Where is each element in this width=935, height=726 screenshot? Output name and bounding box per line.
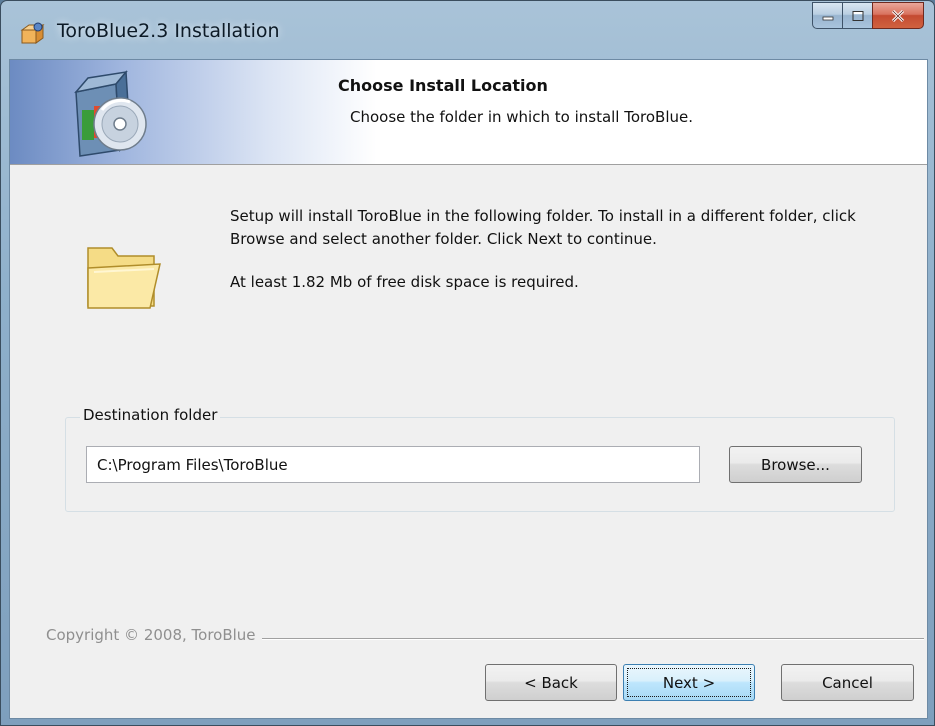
- cancel-button-label: Cancel: [822, 673, 873, 692]
- header-band: Choose Install Location Choose the folde…: [10, 60, 927, 165]
- browse-button[interactable]: Browse...: [729, 446, 862, 483]
- back-button-label: < Back: [524, 673, 578, 692]
- close-icon: [891, 9, 905, 22]
- install-description: Setup will install ToroBlue in the follo…: [230, 207, 856, 248]
- cancel-button[interactable]: Cancel: [781, 664, 914, 701]
- installer-client-area: Choose Install Location Choose the folde…: [9, 59, 928, 719]
- title-bar[interactable]: ToroBlue2.3 Installation: [1, 1, 934, 59]
- caption-buttons: [812, 2, 924, 31]
- close-button[interactable]: [872, 2, 924, 29]
- page-subtitle: Choose the folder in which to install To…: [350, 108, 694, 126]
- open-folder-icon: [87, 247, 161, 309]
- software-box-cd-icon: [74, 70, 147, 157]
- page-title: Choose Install Location: [338, 76, 548, 95]
- minimize-button[interactable]: [812, 2, 842, 29]
- minimize-icon: [822, 16, 833, 20]
- maximize-icon: [852, 10, 863, 21]
- destination-folder-label: Destination folder: [80, 406, 221, 424]
- installer-window: ToroBlue2.3 Installation Choose Install …: [0, 0, 935, 726]
- destination-path-input[interactable]: [86, 446, 700, 483]
- disk-space-required: At least 1.82 Mb of free disk space is r…: [230, 273, 579, 291]
- window-title: ToroBlue2.3 Installation: [57, 20, 280, 42]
- back-button[interactable]: < Back: [485, 664, 617, 701]
- focus-ring: [627, 668, 751, 697]
- copyright-text: Copyright © 2008, ToroBlue: [46, 626, 262, 644]
- destination-folder-group: Destination folder Browse...: [65, 406, 895, 512]
- next-button[interactable]: Next >: [623, 664, 755, 701]
- installer-box-icon: [20, 22, 45, 44]
- maximize-button[interactable]: [842, 2, 872, 29]
